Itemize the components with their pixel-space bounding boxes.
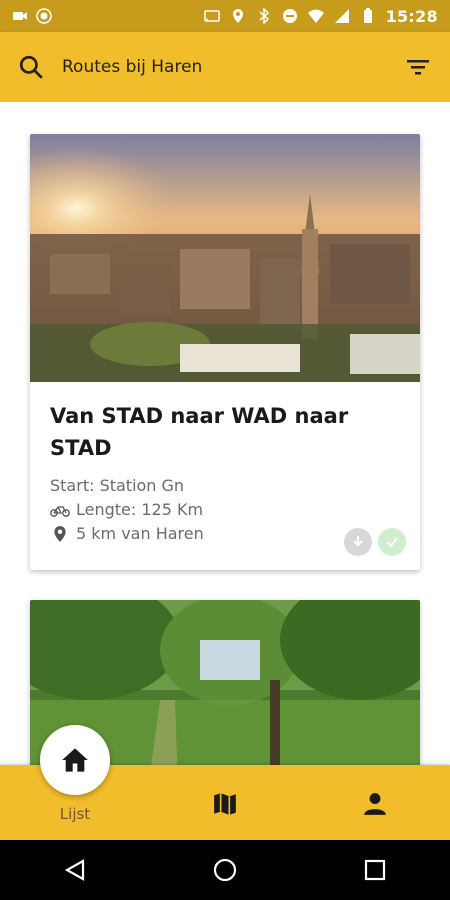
route-length-row: Lengte: 125 Km — [50, 498, 400, 522]
route-title: Van STAD naar WAD naar STAD — [50, 404, 349, 460]
status-right: 15:28 — [203, 6, 438, 26]
app-title: Routes bij Haren — [62, 57, 203, 77]
city-skyline-photo — [30, 134, 420, 382]
nav-label-list[interactable]: Lijst — [45, 805, 105, 823]
route-start: Start: Station Gn — [50, 476, 185, 495]
download-icon — [353, 536, 363, 547]
do-not-disturb-icon — [282, 9, 297, 23]
wifi-icon — [307, 9, 324, 23]
location-pin-icon — [54, 526, 66, 542]
route-start-row: Start: Station Gn — [50, 474, 400, 498]
recents-button[interactable] — [355, 850, 395, 890]
profile-icon — [364, 793, 386, 815]
home-circle-icon — [213, 858, 237, 882]
system-navigation-bar — [0, 840, 450, 900]
route-list[interactable]: Van STAD naar WAD naar STAD Start: Stati… — [0, 102, 450, 765]
status-left — [12, 8, 52, 24]
app-bar: Routes bij Haren — [0, 32, 450, 102]
route-length: Lengte: 125 Km — [76, 500, 204, 519]
location-icon — [232, 9, 243, 23]
check-icon — [386, 537, 398, 548]
bottom-navigation: Lijst — [0, 725, 450, 840]
back-icon — [64, 859, 85, 881]
recents-icon — [364, 859, 386, 881]
map-icon — [214, 793, 236, 815]
battery-icon — [363, 8, 372, 23]
nav-item-map[interactable] — [212, 791, 238, 817]
nav-item-profile[interactable] — [362, 791, 388, 817]
download-button[interactable] — [344, 528, 372, 556]
route-card-actions — [344, 528, 406, 556]
home-system-button[interactable] — [205, 850, 245, 890]
search-icon[interactable] — [18, 54, 44, 80]
bluetooth-icon — [259, 8, 269, 24]
completed-button[interactable] — [378, 528, 406, 556]
status-bar: 15:28 — [0, 0, 450, 32]
cast-icon — [203, 10, 220, 22]
video-icon — [13, 12, 27, 20]
filter-icon — [407, 60, 429, 75]
clock-time: 15:28 — [385, 6, 438, 26]
signal-icon — [334, 9, 349, 23]
back-button[interactable] — [55, 850, 95, 890]
route-card[interactable]: Van STAD naar WAD naar STAD Start: Stati… — [30, 134, 420, 570]
record-icon — [36, 8, 52, 24]
route-distance: 5 km van Haren — [76, 524, 204, 543]
home-icon — [62, 748, 88, 772]
route-card-body: Van STAD naar WAD naar STAD Start: Stati… — [30, 382, 420, 570]
bicycle-icon — [50, 506, 70, 517]
filter-button[interactable] — [404, 53, 432, 81]
nav-item-list[interactable] — [40, 725, 110, 795]
